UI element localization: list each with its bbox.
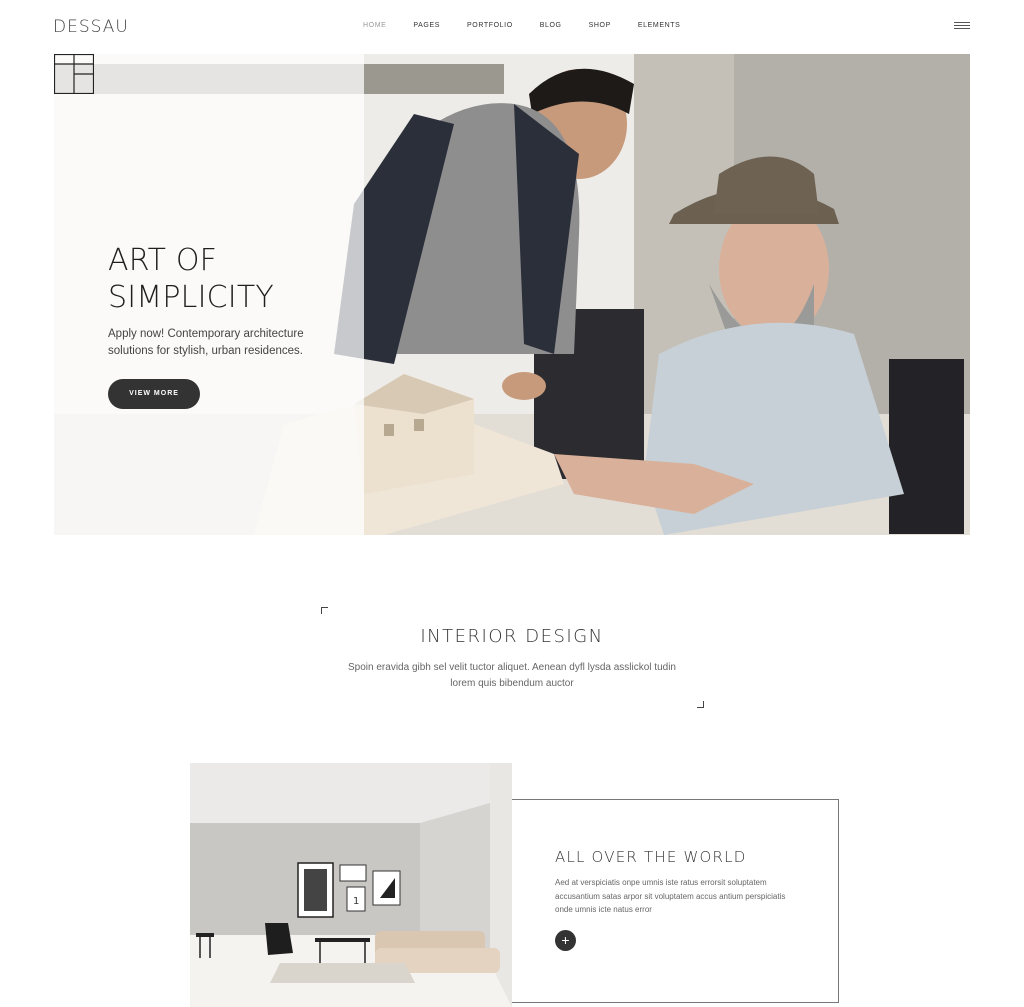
- nav-pages[interactable]: PAGES: [413, 22, 440, 29]
- card-description: Aed at verspiciatis onpe umnis iste ratu…: [555, 878, 786, 914]
- hamburger-icon[interactable]: [954, 22, 970, 32]
- hero-banner: ART OF SIMPLICITY Apply now! Contemporar…: [54, 54, 970, 535]
- nav-blog[interactable]: BLOG: [540, 22, 562, 29]
- world-card: ALL OVER THE WORLD Aed at verspiciatis o…: [512, 799, 839, 1003]
- nav-shop[interactable]: SHOP: [589, 22, 611, 29]
- nav-home[interactable]: HOME: [363, 22, 386, 29]
- svg-text:1: 1: [353, 896, 359, 907]
- section-description: Spoin eravida gibh sel velit tuctor aliq…: [348, 662, 676, 689]
- main-nav: HOME PAGES PORTFOLIO BLOG SHOP ELEMENTS: [352, 22, 707, 29]
- site-logo[interactable]: DESSAU: [53, 17, 129, 37]
- plus-icon[interactable]: +: [555, 930, 576, 951]
- card-title: ALL OVER THE WORLD: [555, 848, 747, 866]
- site-header: DESSAU HOME PAGES PORTFOLIO BLOG SHOP EL…: [0, 0, 1024, 54]
- layout-grid-icon: [54, 54, 94, 94]
- hero-title: ART OF SIMPLICITY: [108, 242, 368, 316]
- nav-elements[interactable]: ELEMENTS: [638, 22, 681, 29]
- hero-title-line1: ART OF: [108, 243, 218, 278]
- nav-portfolio[interactable]: PORTFOLIO: [467, 22, 513, 29]
- hero-description: Apply now! Contemporary architecture sol…: [108, 328, 304, 357]
- hero-title-line2: SIMPLICITY: [108, 280, 274, 315]
- corner-mark-bottom-right: [697, 701, 704, 708]
- section-title: INTERIOR DESIGN: [420, 626, 604, 647]
- room-photo: 1: [190, 763, 512, 1007]
- corner-mark-top-left: [321, 607, 328, 614]
- view-more-button[interactable]: VIEW MORE: [108, 379, 200, 409]
